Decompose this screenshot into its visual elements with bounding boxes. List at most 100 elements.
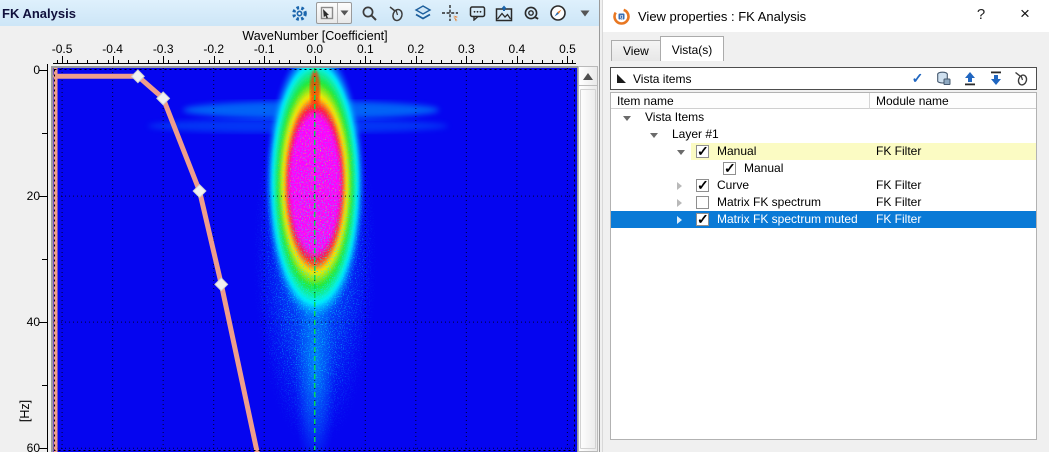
vista-items-label: Vista items xyxy=(633,72,691,86)
item-name-label: Matrix FK spectrum muted xyxy=(717,212,858,226)
mouse-select-icon[interactable] xyxy=(386,2,406,24)
tree-row[interactable]: Vista Items xyxy=(611,109,1036,126)
y-tick-label: 20 xyxy=(27,189,40,203)
column-module-name[interactable]: Module name xyxy=(876,94,949,108)
x-tick-label: 0.0 xyxy=(306,42,323,56)
move-up-arrow-icon[interactable] xyxy=(961,70,978,87)
item-checkbox[interactable]: ✓ xyxy=(723,162,736,175)
tree-row[interactable]: ✓ Manual xyxy=(611,160,1036,177)
x-tick-label: 0.5 xyxy=(559,42,576,56)
x-tick-label: -0.4 xyxy=(102,42,123,56)
export-image-icon[interactable] xyxy=(494,2,514,24)
tree-row[interactable]: ✓ Manual FK Filter xyxy=(611,143,1036,160)
expander-collapse-icon[interactable] xyxy=(623,116,631,121)
fk-panel-titlebar: FK Analysis xyxy=(0,0,599,26)
layers-icon[interactable] xyxy=(413,2,433,24)
module-name-label: FK Filter xyxy=(876,195,921,209)
expander-expand-icon[interactable] xyxy=(677,199,682,207)
panel-divider xyxy=(599,0,600,452)
compass-icon[interactable] xyxy=(548,2,568,24)
table-header[interactable]: Item name Module name xyxy=(611,93,1036,109)
zoom-magnifier-icon[interactable] xyxy=(359,2,379,24)
dialog-tabs: ViewVista(s) xyxy=(611,36,723,61)
expander-collapse-icon[interactable] xyxy=(677,150,685,155)
y-tick-label: 60 xyxy=(27,441,40,452)
move-down-arrow-icon[interactable] xyxy=(987,70,1004,87)
dialog-title: View properties : FK Analysis xyxy=(638,9,806,24)
select-mode-dropdown-icon[interactable] xyxy=(337,3,351,23)
x-tick-label: 0.2 xyxy=(407,42,424,56)
x-axis-labels: -0.5 -0.4 -0.3 -0.2 -0.1 0.0 0.1 0.2 0.3 0.4 0.5 xyxy=(0,42,599,56)
module-name-label: FK Filter xyxy=(876,178,921,192)
x-tick-label: -0.5 xyxy=(52,42,73,56)
x-tick-label: -0.2 xyxy=(203,42,224,56)
item-name-label: Curve xyxy=(717,178,749,192)
item-name-label: Layer #1 xyxy=(672,127,719,141)
close-button[interactable]: × xyxy=(1013,4,1037,28)
fk-analysis-panel: FK Analysis xyxy=(0,0,599,452)
module-name-label: FK Filter xyxy=(876,212,921,226)
fk-toolbar xyxy=(289,0,595,26)
mouse-select-icon[interactable] xyxy=(1013,70,1030,87)
item-name-label: Vista Items xyxy=(645,110,704,124)
copy-database-icon[interactable] xyxy=(935,70,952,87)
item-name-label: Manual xyxy=(744,161,783,175)
tab-view[interactable]: View xyxy=(611,40,661,61)
x-tick-label: 0.3 xyxy=(458,42,475,56)
item-name-label: Matrix FK spectrum xyxy=(717,195,821,209)
tab-vistas[interactable]: Vista(s) xyxy=(660,36,724,61)
dialog-titlebar[interactable]: g View properties : FK Analysis ? × xyxy=(603,0,1049,32)
plot-vertical-scrollbar[interactable] xyxy=(578,66,598,452)
y-tick-label: 0 xyxy=(33,63,40,77)
help-button[interactable]: ? xyxy=(971,6,991,26)
scrollbar-up-button[interactable] xyxy=(579,67,597,86)
vista-items-header[interactable]: Vista items ✓ xyxy=(610,67,1037,90)
app-logo-icon: g xyxy=(613,8,630,25)
select-mode-button[interactable] xyxy=(316,2,352,24)
scrollbar-thumb[interactable] xyxy=(580,89,596,449)
annotation-comment-icon[interactable] xyxy=(467,2,487,24)
view-properties-dialog: g View properties : FK Analysis ? × View… xyxy=(602,0,1049,452)
more-dropdown-icon[interactable] xyxy=(575,2,595,24)
expander-collapse-icon[interactable] xyxy=(650,133,658,138)
svg-text:g: g xyxy=(620,14,623,20)
item-name-label: Manual xyxy=(717,144,756,158)
x-axis-title: WaveNumber [Coefficient] xyxy=(53,29,577,43)
tree-rows: Vista Items Layer #1 ✓ Manual FK Filter ✓ Manu… xyxy=(611,109,1036,228)
expander-expand-icon[interactable] xyxy=(677,216,682,224)
checkmark-icon: ✓ xyxy=(697,211,709,228)
x-tick-label: -0.1 xyxy=(254,42,275,56)
item-checkbox[interactable]: ✓ xyxy=(696,145,709,158)
settings-gear-icon[interactable] xyxy=(289,2,309,24)
x-tick-label: 0.4 xyxy=(509,42,526,56)
apply-check-icon[interactable]: ✓ xyxy=(909,70,926,87)
tree-row[interactable]: Layer #1 xyxy=(611,126,1036,143)
tree-row[interactable]: ✓ Curve FK Filter xyxy=(611,177,1036,194)
arrow-up-icon xyxy=(583,73,593,80)
y-tick-label: 40 xyxy=(27,315,40,329)
column-divider[interactable] xyxy=(869,93,870,109)
tree-row[interactable]: ✓ Matrix FK spectrum muted FK Filter xyxy=(611,211,1036,228)
module-name-label: FK Filter xyxy=(876,144,921,158)
vista-items-table: Item name Module name Vista Items Layer #… xyxy=(610,92,1037,440)
tree-row[interactable]: Matrix FK spectrum FK Filter xyxy=(611,194,1036,211)
zoom-actual-icon[interactable] xyxy=(521,2,541,24)
column-item-name[interactable]: Item name xyxy=(617,94,674,108)
collapse-triangle-icon xyxy=(617,74,626,83)
dialog-bottom-margin xyxy=(603,440,1049,452)
y-axis-labels: 0 20 40 60 xyxy=(0,0,40,452)
checkmark-icon: ✓ xyxy=(724,160,736,177)
pick-crosshair-icon[interactable] xyxy=(440,2,460,24)
item-checkbox[interactable] xyxy=(696,196,709,209)
app-root: FK Analysis xyxy=(0,0,1049,452)
x-tick-label: 0.1 xyxy=(357,42,374,56)
y-axis-title: [Hz] xyxy=(18,394,32,428)
x-tick-label: -0.3 xyxy=(153,42,174,56)
item-checkbox[interactable]: ✓ xyxy=(696,179,709,192)
expander-expand-icon[interactable] xyxy=(677,182,682,190)
checkmark-icon: ✓ xyxy=(697,177,709,194)
select-mode-icon[interactable] xyxy=(317,3,337,23)
fk-spectrum-plot[interactable] xyxy=(51,66,578,452)
item-checkbox[interactable]: ✓ xyxy=(696,213,709,226)
vista-items-toolbar: ✓ xyxy=(909,68,1030,89)
